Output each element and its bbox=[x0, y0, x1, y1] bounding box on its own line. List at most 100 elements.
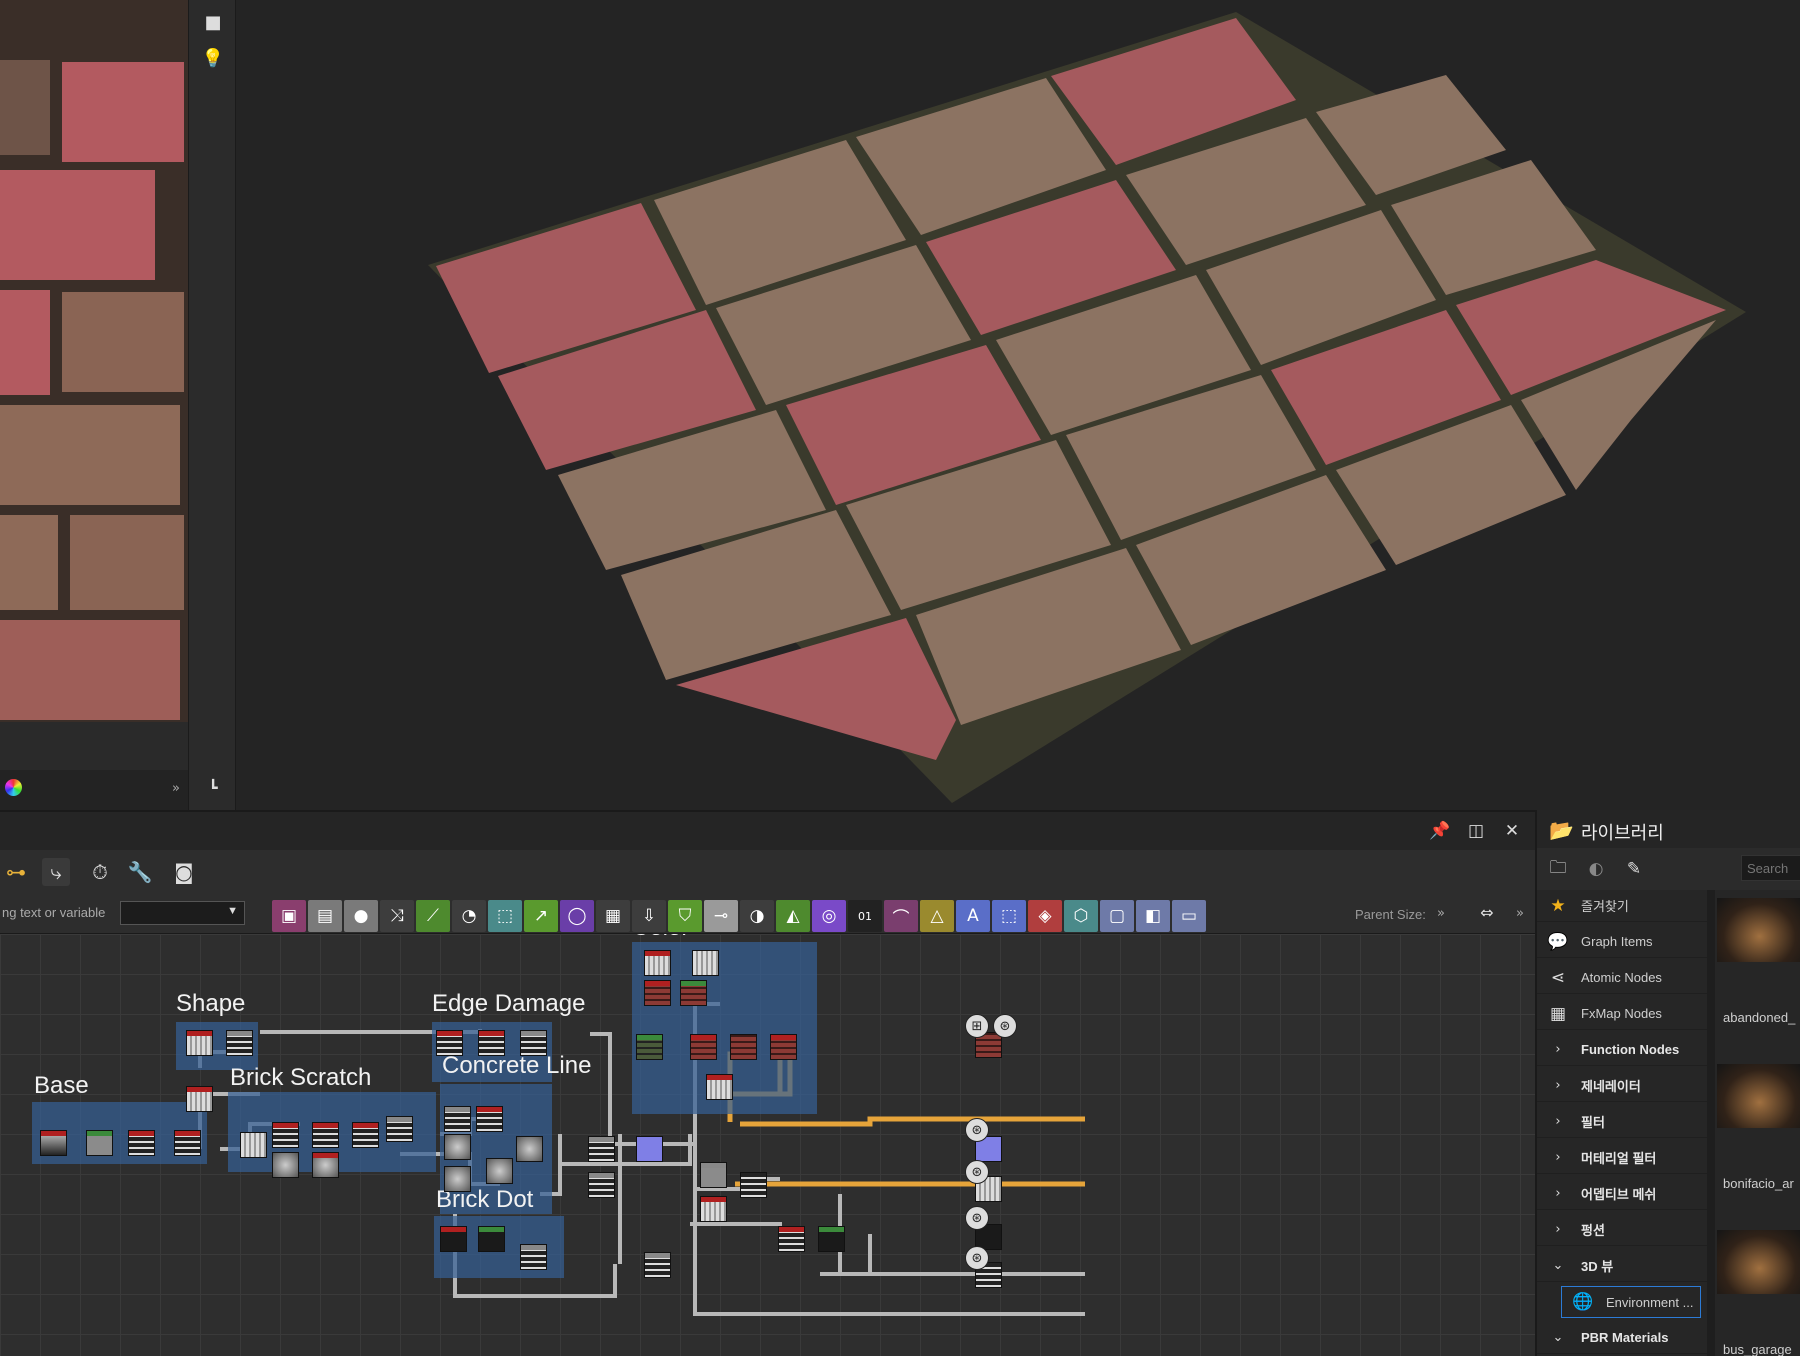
environment-thumbnail[interactable] bbox=[1717, 1230, 1800, 1294]
graph-node[interactable] bbox=[40, 1130, 67, 1156]
output-node-icon[interactable]: ⊛ bbox=[965, 1160, 989, 1184]
graph-node[interactable] bbox=[680, 980, 707, 1006]
graph-node[interactable] bbox=[770, 1034, 797, 1060]
graph-node[interactable] bbox=[478, 1030, 505, 1056]
graph-node[interactable] bbox=[706, 1074, 733, 1100]
graph-node[interactable] bbox=[700, 1196, 727, 1222]
graph-node[interactable] bbox=[486, 1158, 513, 1184]
graph-node[interactable] bbox=[476, 1106, 503, 1132]
graph-node[interactable] bbox=[436, 1030, 463, 1056]
graph-node[interactable] bbox=[186, 1030, 213, 1056]
pin-icon[interactable]: 📌 bbox=[1429, 820, 1451, 842]
graph-node[interactable] bbox=[352, 1122, 379, 1148]
add-folder-icon[interactable]: 🗀 bbox=[1547, 858, 1569, 880]
atomic-node-button[interactable]: ▤ bbox=[308, 900, 342, 932]
library-category[interactable]: › 머테리얼 필터 bbox=[1537, 1142, 1707, 1174]
graph-node[interactable] bbox=[740, 1172, 767, 1198]
channel-rgb-icon[interactable] bbox=[5, 779, 22, 796]
output-node-icon[interactable]: ⊛ bbox=[965, 1206, 989, 1230]
atomic-node-button[interactable]: 01 bbox=[848, 900, 882, 932]
filter-dropdown[interactable]: ▼ bbox=[120, 901, 245, 925]
atomic-node-button[interactable]: ◈ bbox=[1028, 900, 1062, 932]
link-style-icon[interactable]: ⤷ bbox=[42, 858, 70, 886]
graph-node[interactable] bbox=[440, 1226, 467, 1252]
atomic-node-button[interactable]: ⬚ bbox=[992, 900, 1026, 932]
graph-node[interactable] bbox=[272, 1152, 299, 1178]
library-category[interactable]: › 어뎁티브 메쉬 bbox=[1537, 1178, 1707, 1210]
output-node-icon[interactable]: ⊞ bbox=[965, 1014, 989, 1038]
graph-node[interactable] bbox=[478, 1226, 505, 1252]
graph-node[interactable] bbox=[226, 1030, 253, 1056]
2d-texture-preview[interactable] bbox=[0, 0, 188, 722]
camera-icon[interactable]: ■ bbox=[201, 10, 225, 34]
atomic-node-button[interactable]: ◔ bbox=[452, 900, 486, 932]
graph-node[interactable] bbox=[444, 1166, 471, 1192]
atomic-node-button[interactable]: ⤨ bbox=[380, 900, 414, 932]
graph-node[interactable] bbox=[730, 1034, 757, 1060]
add-item-icon[interactable]: ◐ bbox=[1585, 858, 1607, 880]
atomic-node-button[interactable]: ↗ bbox=[524, 900, 558, 932]
graph-node[interactable] bbox=[128, 1130, 155, 1156]
atomic-node-button[interactable]: ⬚ bbox=[488, 900, 522, 932]
graph-node[interactable] bbox=[444, 1106, 471, 1132]
graph-node[interactable] bbox=[386, 1116, 413, 1142]
tools-icon[interactable]: 🔧 bbox=[126, 858, 154, 886]
timer-icon[interactable]: ⏱ bbox=[86, 858, 114, 886]
graph-node[interactable] bbox=[444, 1134, 471, 1160]
scene-tree-icon[interactable]: ┗ bbox=[201, 776, 225, 800]
graph-node[interactable] bbox=[312, 1152, 339, 1178]
atomic-node-button[interactable]: ● bbox=[344, 900, 378, 932]
graph-node[interactable] bbox=[186, 1086, 213, 1112]
graph-node[interactable] bbox=[240, 1132, 267, 1158]
atomic-node-button[interactable]: ◯ bbox=[560, 900, 594, 932]
output-node-icon[interactable]: ⊛ bbox=[965, 1118, 989, 1142]
library-category[interactable]: ⌄ 3D 뷰 bbox=[1537, 1250, 1707, 1282]
atomic-node-button[interactable]: ▢ bbox=[1100, 900, 1134, 932]
light-bulb-icon[interactable]: 💡 bbox=[201, 46, 225, 70]
graph-node[interactable] bbox=[516, 1136, 543, 1162]
output-node-icon[interactable]: ⊛ bbox=[965, 1246, 989, 1270]
graph-node[interactable] bbox=[312, 1122, 339, 1148]
node-graph-canvas[interactable]: Shape Edge Damage Color Base Brick Scratch Co… bbox=[0, 934, 1535, 1356]
library-category[interactable]: › 펑션 bbox=[1537, 1214, 1707, 1246]
library-item[interactable]: ⋖ Atomic Nodes bbox=[1537, 962, 1707, 994]
graph-node[interactable] bbox=[644, 980, 671, 1006]
atomic-node-button[interactable]: ⬡ bbox=[1064, 900, 1098, 932]
library-category[interactable]: › Function Nodes bbox=[1537, 1034, 1707, 1066]
pencil-icon[interactable]: ✎ bbox=[1623, 858, 1645, 880]
graph-node[interactable] bbox=[588, 1136, 615, 1162]
atomic-node-button[interactable]: △ bbox=[920, 900, 954, 932]
environment-thumbnail[interactable] bbox=[1717, 1064, 1800, 1128]
close-icon[interactable]: ✕ bbox=[1501, 820, 1523, 842]
graph-node[interactable] bbox=[644, 1252, 671, 1278]
environment-thumbnail[interactable] bbox=[1717, 898, 1800, 962]
library-scrollbar[interactable] bbox=[1707, 890, 1715, 1356]
graph-node[interactable] bbox=[520, 1030, 547, 1056]
graph-node[interactable] bbox=[778, 1226, 805, 1252]
parent-size-more[interactable]: » bbox=[1437, 906, 1445, 921]
graph-node[interactable] bbox=[818, 1226, 845, 1252]
graph-node[interactable] bbox=[692, 950, 719, 976]
graph-node[interactable] bbox=[644, 950, 671, 976]
atomic-node-button[interactable]: ⊸ bbox=[704, 900, 738, 932]
atomic-node-button[interactable]: A bbox=[956, 900, 990, 932]
connect-mode-icon[interactable]: ⊶ bbox=[2, 858, 30, 886]
atomic-node-button[interactable]: ▦ bbox=[596, 900, 630, 932]
toolbar-more[interactable]: » bbox=[1516, 906, 1524, 921]
graph-node[interactable] bbox=[636, 1136, 663, 1162]
graph-node[interactable] bbox=[86, 1130, 113, 1156]
align-nodes-icon[interactable]: ⇔ bbox=[1473, 898, 1501, 926]
graph-node[interactable] bbox=[272, 1122, 299, 1148]
library-item[interactable]: ▦ FxMap Nodes bbox=[1537, 998, 1707, 1030]
3d-viewport[interactable] bbox=[236, 0, 1800, 810]
atomic-node-button[interactable]: ▭ bbox=[1172, 900, 1206, 932]
maximize-icon[interactable]: ◫ bbox=[1465, 820, 1487, 842]
output-node-icon[interactable]: ⊛ bbox=[993, 1014, 1017, 1038]
library-category[interactable]: › 필터 bbox=[1537, 1106, 1707, 1138]
atomic-node-button[interactable]: ⟋ bbox=[416, 900, 450, 932]
graph-node[interactable] bbox=[174, 1130, 201, 1156]
library-search-input[interactable] bbox=[1741, 855, 1800, 881]
atomic-node-button[interactable]: ⛉ bbox=[668, 900, 702, 932]
atomic-node-button[interactable]: ◑ bbox=[740, 900, 774, 932]
atomic-node-button[interactable]: ◎ bbox=[812, 900, 846, 932]
